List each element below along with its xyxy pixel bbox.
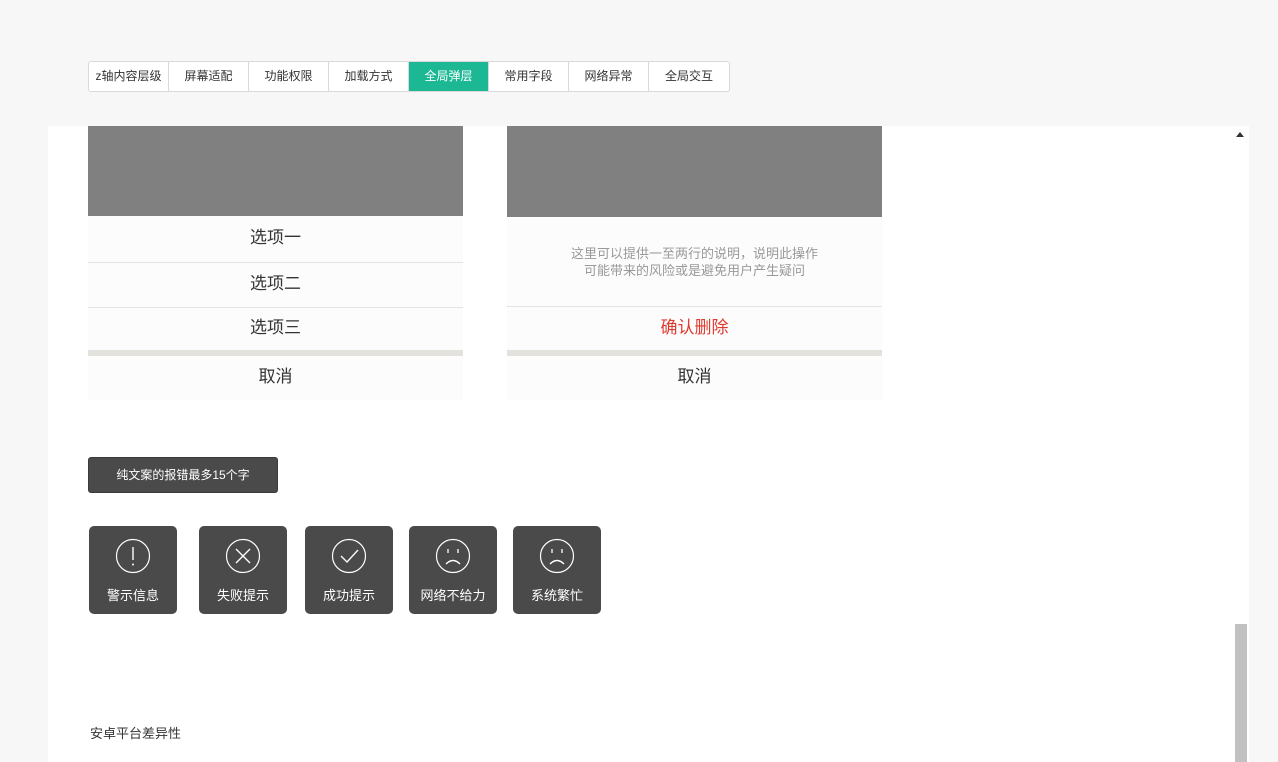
toast-warning: 警示信息 — [89, 526, 177, 614]
tab-common-fields[interactable]: 常用字段 — [489, 62, 569, 91]
toast-success: 成功提示 — [305, 526, 393, 614]
overlay-mask — [507, 126, 882, 217]
action-sheet-options: 选项一 选项二 选项三 取消 — [88, 126, 463, 400]
sheet-option-2[interactable]: 选项二 — [88, 262, 463, 307]
tab-bar: z轴内容层级 屏幕适配 功能权限 加载方式 全局弹层 常用字段 网络异常 全局交… — [88, 61, 730, 92]
scroll-up-icon[interactable] — [1236, 132, 1244, 137]
toast-label: 成功提示 — [322, 588, 375, 603]
toast-label: 警示信息 — [106, 588, 159, 603]
content-panel: 选项一 选项二 选项三 取消 这里可以提供一至两行的说明，说明此操作 可能带来的… — [48, 26, 1249, 762]
toast-failure: 失败提示 — [199, 526, 287, 614]
sheet-option-1[interactable]: 选项一 — [88, 216, 463, 262]
scroll-thumb[interactable] — [1235, 624, 1247, 762]
header-bar: z轴内容层级 屏幕适配 功能权限 加载方式 全局弹层 常用字段 网络异常 全局交… — [48, 26, 1249, 126]
tab-screen-adaptation[interactable]: 屏幕适配 — [169, 62, 249, 91]
tab-loading[interactable]: 加载方式 — [329, 62, 409, 91]
toast-label: 系统繁忙 — [530, 588, 583, 603]
toast-label: 失败提示 — [216, 588, 269, 603]
exclamation-icon — [115, 538, 151, 574]
toast-system-busy: 系统繁忙 — [513, 526, 601, 614]
close-x-icon — [225, 538, 261, 574]
sad-face-icon — [435, 538, 471, 574]
toast-label: 网络不给力 — [420, 588, 486, 603]
sheet-option-3[interactable]: 选项三 — [88, 307, 463, 350]
sheet-description-line-1: 这里可以提供一至两行的说明，说明此操作 — [570, 246, 818, 261]
sad-face-icon — [539, 538, 575, 574]
tab-network-errors[interactable]: 网络异常 — [569, 62, 649, 91]
action-sheet-confirm: 这里可以提供一至两行的说明，说明此操作 可能带来的风险或是避免用户产生疑问 确认… — [507, 126, 882, 400]
tab-permissions[interactable]: 功能权限 — [249, 62, 329, 91]
sheet-description-line-2: 可能带来的风险或是避免用户产生疑问 — [583, 263, 805, 278]
tab-global-interaction[interactable]: 全局交互 — [649, 62, 729, 91]
vertical-scrollbar[interactable] — [1232, 126, 1249, 762]
section-title: 安卓平台差异性 — [90, 726, 182, 741]
confirm-delete-button[interactable]: 确认删除 — [507, 306, 882, 350]
text-toast: 纯文案的报错最多15个字 — [88, 457, 278, 493]
checkmark-icon — [331, 538, 367, 574]
tab-global-popups[interactable]: 全局弹层 — [409, 62, 489, 91]
sheet-cancel-button[interactable]: 取消 — [88, 356, 463, 400]
overlay-mask — [88, 126, 463, 216]
toast-network-error: 网络不给力 — [409, 526, 497, 614]
tab-z-index[interactable]: z轴内容层级 — [89, 62, 169, 91]
sheet-cancel-button[interactable]: 取消 — [507, 356, 882, 400]
